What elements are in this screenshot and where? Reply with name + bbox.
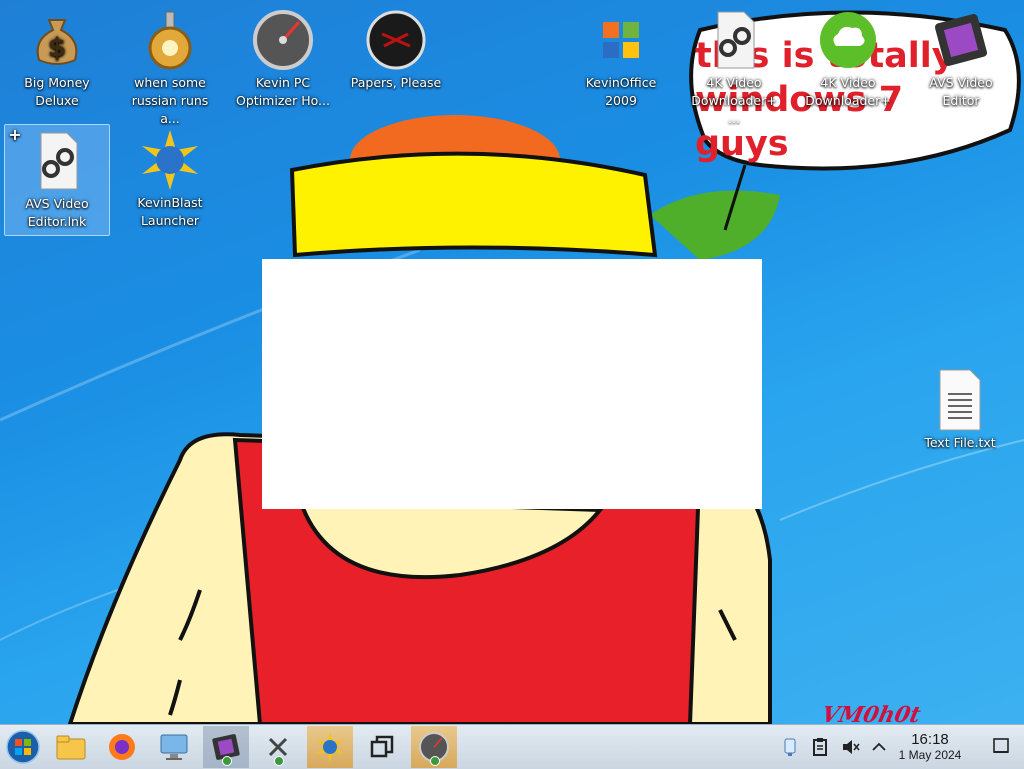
office-logo-icon	[603, 22, 639, 58]
running-indicator	[222, 756, 232, 766]
desktop-icon-optimizer[interactable]: Kevin PC Optimizer Ho...	[231, 8, 335, 110]
gear-icon	[148, 11, 192, 70]
windows-start-icon	[6, 730, 40, 764]
running-indicator	[274, 756, 284, 766]
desktop-icon-label: Big Money Deluxe	[24, 75, 90, 108]
taskbar-x-tool[interactable]	[255, 726, 301, 768]
taskbar-file-explorer[interactable]	[48, 726, 94, 768]
taskbar-firefox[interactable]	[99, 726, 145, 768]
taskbar-computer-settings[interactable]	[151, 726, 197, 768]
download-cloud-icon	[820, 12, 876, 68]
taskbar-avs-video-editor[interactable]	[203, 726, 249, 768]
censor-rectangle	[262, 259, 762, 509]
desktop-icon-label: KevinBlast Launcher	[137, 195, 203, 228]
show-desktop-icon[interactable]	[992, 737, 1010, 755]
desktop-icon-avs[interactable]: AVS Video Editor	[909, 8, 1013, 110]
desktop[interactable]: this is totally windows 7 guys $ Big Mon…	[0, 0, 1024, 724]
desktop-icon-papers[interactable]: Papers, Please	[344, 8, 448, 92]
clock-date: 1 May 2024	[898, 748, 962, 762]
running-indicator	[430, 756, 440, 766]
svg-text:$: $	[48, 33, 66, 63]
network-icon[interactable]	[780, 737, 800, 757]
desktop-icon-kevinoffice[interactable]: KevinOffice 2009	[569, 8, 673, 110]
desktop-icon-textfile[interactable]: Text File.txt	[908, 368, 1012, 452]
taskbar: 16:18 1 May 2024	[0, 724, 1024, 769]
add-icon: +	[8, 125, 22, 144]
desktop-icon-label: AVS Video Editor	[929, 75, 993, 108]
money-bag-icon: $	[36, 19, 78, 65]
desktop-icon-label: KevinOffice 2009	[585, 75, 657, 108]
speaker-muted-icon[interactable]	[840, 737, 860, 757]
clipboard-icon[interactable]	[810, 737, 830, 757]
file-explorer-icon	[56, 735, 86, 760]
shortcut-file-icon	[40, 132, 78, 190]
desktop-icon-avs-lnk[interactable]: + AVS Video Editor.lnk	[4, 124, 110, 236]
desktop-icon-4k[interactable]: 4K Video Downloader+	[796, 8, 900, 110]
desktop-icon-big-money[interactable]: $ Big Money Deluxe	[5, 8, 109, 110]
desktop-icon-russian[interactable]: when some russian runs a...	[118, 8, 222, 128]
papers-please-icon	[366, 10, 426, 70]
taskbar-kevinblast[interactable]	[307, 726, 353, 768]
desktop-icon-label: Text File.txt	[924, 435, 996, 450]
chevron-up-icon[interactable]	[869, 737, 889, 757]
start-button[interactable]	[0, 726, 46, 768]
computer-settings-icon	[160, 734, 188, 760]
desktop-icon-4k-shortcut[interactable]: 4K Video Downloader+ ...	[682, 8, 786, 128]
desktop-icon-label: 4K Video Downloader+	[805, 75, 891, 108]
taskbar-kevin-pc-optimizer[interactable]	[411, 726, 457, 768]
speedometer-icon	[253, 10, 313, 70]
desktop-icon-label: AVS Video Editor.lnk	[25, 196, 89, 229]
window-switcher-icon	[370, 735, 394, 758]
taskbar-window-switcher[interactable]	[359, 726, 405, 768]
desktop-icon-label: 4K Video Downloader+ ...	[691, 75, 777, 126]
starburst-globe-icon	[316, 732, 344, 762]
firefox-icon	[109, 734, 135, 760]
starburst-globe-icon	[142, 130, 198, 190]
film-strip-icon	[934, 13, 988, 67]
system-clock[interactable]: 16:18 1 May 2024	[892, 731, 968, 763]
desktop-icon-label: when some russian runs a...	[131, 75, 209, 126]
clock-time: 16:18	[911, 731, 949, 748]
watermark-text: VM0h0t	[819, 702, 923, 724]
desktop-icon-label: Kevin PC Optimizer Ho...	[236, 75, 330, 108]
shortcut-file-icon	[717, 11, 755, 69]
text-document-icon	[939, 369, 981, 431]
desktop-icon-kevinblast[interactable]: KevinBlast Launcher	[118, 128, 222, 230]
desktop-icon-label: Papers, Please	[350, 75, 442, 90]
